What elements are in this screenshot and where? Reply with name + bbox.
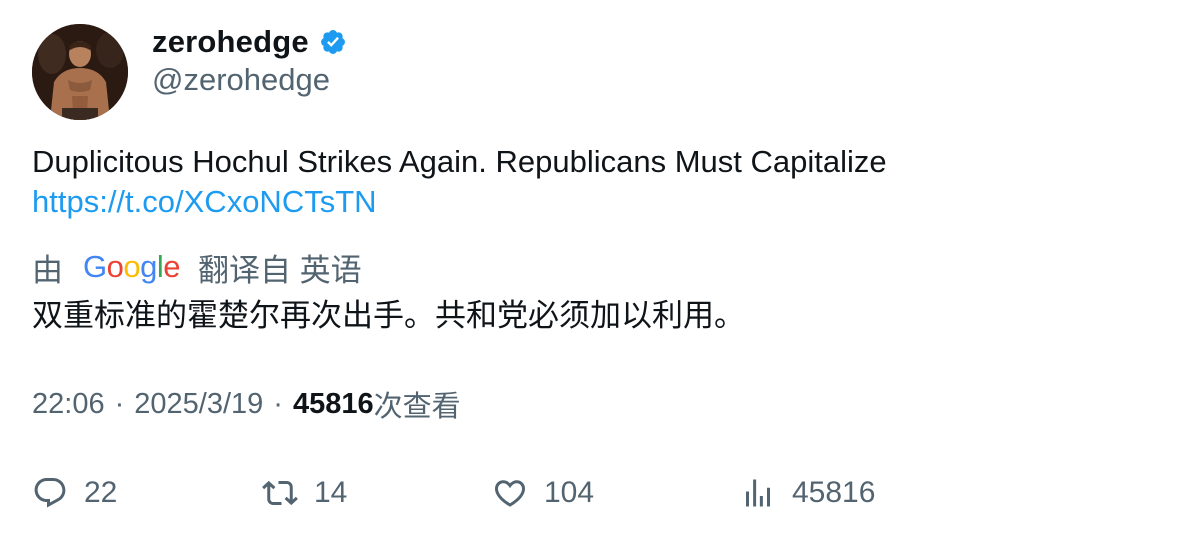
analytics-icon [746, 479, 770, 507]
tweet-text: Duplicitous Hochul Strikes Again. Republ… [32, 142, 1152, 222]
meta-separator: · [273, 387, 283, 420]
views-action-count: 45816 [792, 476, 876, 509]
like-count: 104 [544, 476, 595, 509]
google-logo-icon: Google [83, 249, 181, 284]
avatar[interactable] [32, 24, 128, 120]
tweet: zerohedge @zerohedge Duplicitous Hochul … [0, 0, 1196, 538]
views-label: 次查看 [373, 391, 461, 423]
reply-icon [34, 478, 66, 508]
translation-source-language: 翻译自 英语 [198, 252, 362, 288]
retweet-button[interactable]: 14 [262, 470, 347, 516]
reply-button[interactable]: 22 [32, 470, 117, 516]
author-name-row: zerohedge [152, 22, 347, 62]
tweet-body: Duplicitous Hochul Strikes Again. Republ… [32, 144, 887, 179]
views-count: 45816 [292, 387, 374, 420]
translated-tweet-text: 双重标准的霍楚尔再次出手。共和党必须加以利用。 [32, 298, 745, 333]
tweet-link[interactable]: https://t.co/XCxoNCTsTN [32, 182, 1152, 222]
translation-attribution: 由 Google 翻译自 英语 [32, 246, 362, 288]
reply-count: 22 [84, 476, 118, 509]
tweet-meta: 22:06 · 2025/3/19 · 45816 次查看 [32, 384, 461, 424]
retweet-icon [262, 480, 298, 506]
avatar-image [32, 24, 128, 120]
author-display-name[interactable]: zerohedge [152, 24, 309, 60]
tweet-date[interactable]: 2025/3/19 [134, 388, 263, 421]
retweet-count: 14 [314, 476, 348, 509]
meta-separator: · [114, 387, 125, 420]
action-bar: 22 14 104 45816 [0, 470, 1196, 516]
verified-badge-icon [319, 28, 347, 56]
author-handle[interactable]: @zerohedge [152, 62, 330, 98]
tweet-time[interactable]: 22:06 [32, 388, 105, 421]
translation-prefix: 由 [32, 252, 63, 288]
like-button[interactable]: 104 [492, 470, 594, 516]
heart-icon [494, 480, 526, 507]
views-button[interactable]: 45816 [740, 470, 875, 516]
